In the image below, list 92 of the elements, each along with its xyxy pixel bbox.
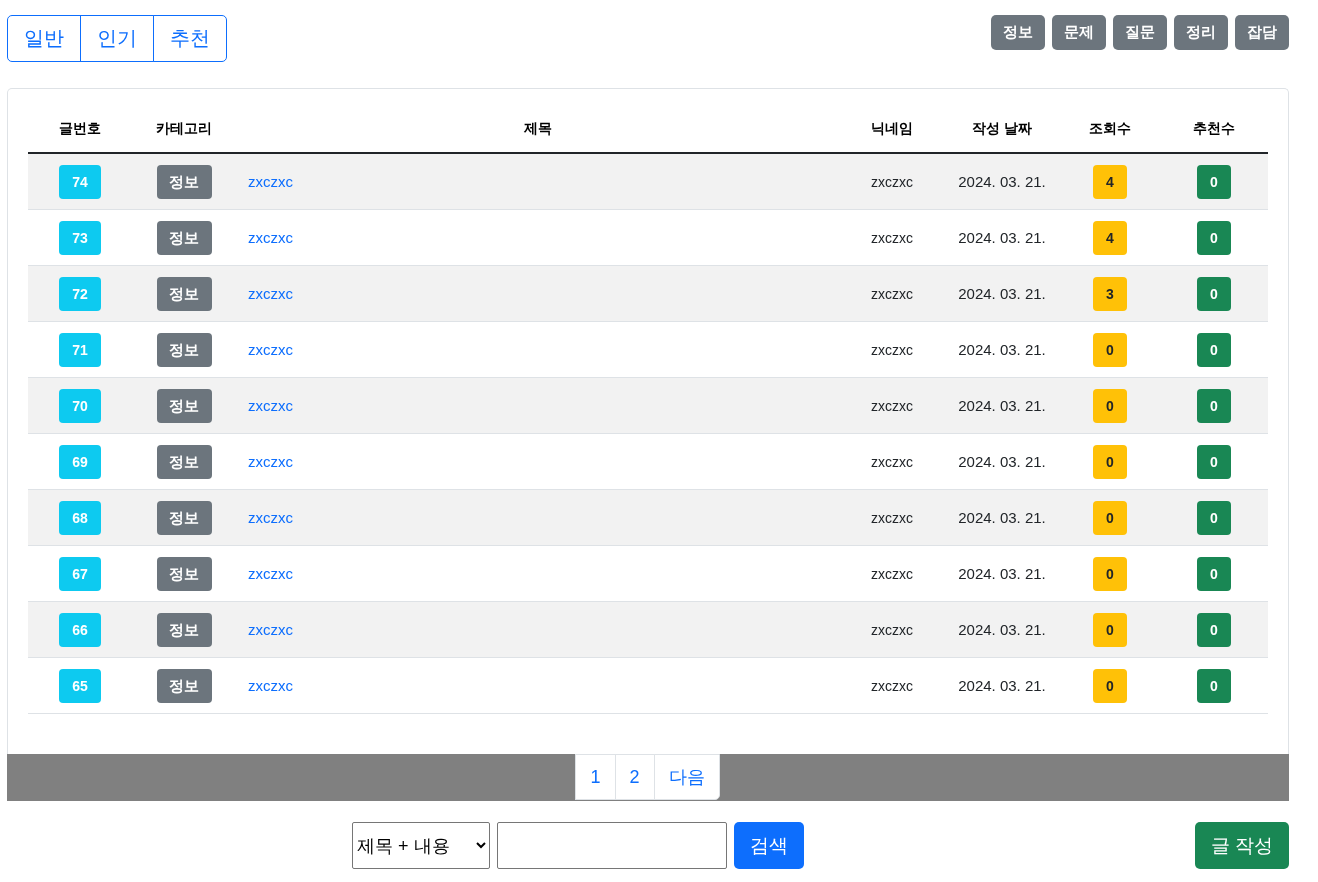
- post-number-badge: 65: [59, 668, 101, 703]
- column-header: 제목: [523, 120, 553, 138]
- date-text: 2024. 03. 21.: [957, 397, 1047, 414]
- post-number-badge: 74: [59, 164, 101, 199]
- column-header: 추천수: [1192, 120, 1236, 138]
- like-count-badge: 0: [1197, 332, 1231, 367]
- category-button[interactable]: 정리: [1174, 15, 1228, 50]
- post-title-link[interactable]: zxczxc: [236, 341, 293, 358]
- like-count-badge: 0: [1197, 276, 1231, 311]
- category-badge: 정보: [156, 164, 212, 199]
- like-count-badge: 0: [1197, 612, 1231, 647]
- like-count-badge: 0: [1197, 164, 1231, 199]
- search-scope-dropdown[interactable]: 제목 + 내용: [352, 822, 490, 869]
- date-text: 2024. 03. 21.: [957, 565, 1047, 582]
- view-tab[interactable]: 일반: [7, 15, 81, 62]
- like-count-badge: 0: [1197, 500, 1231, 535]
- page-link[interactable]: 1: [575, 754, 616, 800]
- view-count-badge: 0: [1093, 612, 1127, 647]
- like-count-badge: 0: [1197, 220, 1231, 255]
- view-tab[interactable]: 인기: [80, 15, 154, 62]
- post-number-badge: 67: [59, 556, 101, 591]
- post-number-badge: 72: [59, 276, 101, 311]
- category-badge: 정보: [156, 332, 212, 367]
- category-badge: 정보: [156, 276, 212, 311]
- category-button[interactable]: 질문: [1113, 15, 1167, 50]
- nickname-text: zxczxc: [870, 621, 914, 638]
- like-count-badge: 0: [1197, 556, 1231, 591]
- date-text: 2024. 03. 21.: [957, 341, 1047, 358]
- post-title-link[interactable]: zxczxc: [236, 453, 293, 470]
- like-count-badge: 0: [1197, 668, 1231, 703]
- post-number-badge: 68: [59, 500, 101, 535]
- date-text: 2024. 03. 21.: [957, 677, 1047, 694]
- nickname-text: zxczxc: [870, 509, 914, 526]
- like-count-badge: 0: [1197, 388, 1231, 423]
- nickname-text: zxczxc: [870, 229, 914, 246]
- post-number-badge: 66: [59, 612, 101, 647]
- nickname-text: zxczxc: [870, 677, 914, 694]
- date-text: 2024. 03. 21.: [957, 229, 1047, 246]
- post-title-link[interactable]: zxczxc: [236, 173, 293, 190]
- search-field[interactable]: [497, 822, 727, 869]
- search-button[interactable]: 검색: [734, 822, 804, 869]
- category-badge: 정보: [156, 220, 212, 255]
- nickname-text: zxczxc: [870, 285, 914, 302]
- category-button[interactable]: 잡담: [1235, 15, 1289, 50]
- nickname-text: zxczxc: [870, 565, 914, 582]
- nickname-text: zxczxc: [870, 397, 914, 414]
- like-count-badge: 0: [1197, 444, 1231, 479]
- post-number-badge: 73: [59, 220, 101, 255]
- post-title-link[interactable]: zxczxc: [236, 621, 293, 638]
- category-badge: 정보: [156, 444, 212, 479]
- view-count-badge: 0: [1093, 332, 1127, 367]
- post-number-badge: 71: [59, 332, 101, 367]
- post-title-link[interactable]: zxczxc: [236, 229, 293, 246]
- date-text: 2024. 03. 21.: [957, 453, 1047, 470]
- page-link[interactable]: 다음: [653, 754, 720, 800]
- category-button[interactable]: 정보: [991, 15, 1045, 50]
- post-title-link[interactable]: zxczxc: [236, 677, 293, 694]
- post-title-link[interactable]: zxczxc: [236, 565, 293, 582]
- post-number-badge: 69: [59, 444, 101, 479]
- view-count-badge: 4: [1093, 164, 1127, 199]
- view-count-badge: 0: [1093, 388, 1127, 423]
- nickname-text: zxczxc: [870, 173, 914, 190]
- view-count-badge: 0: [1093, 556, 1127, 591]
- column-header: 조회수: [1088, 120, 1132, 138]
- date-text: 2024. 03. 21.: [957, 285, 1047, 302]
- date-text: 2024. 03. 21.: [957, 509, 1047, 526]
- view-count-badge: 0: [1093, 668, 1127, 703]
- column-header: 작성 날짜: [971, 120, 1033, 138]
- post-number-badge: 70: [59, 388, 101, 423]
- category-badge: 정보: [156, 612, 212, 647]
- view-tab[interactable]: 추천: [153, 15, 227, 62]
- category-badge: 정보: [156, 556, 212, 591]
- post-title-link[interactable]: zxczxc: [236, 285, 293, 302]
- category-button[interactable]: 문제: [1052, 15, 1106, 50]
- category-badge: 정보: [156, 388, 212, 423]
- column-header: 카테고리: [155, 120, 213, 138]
- column-header: 닉네임: [870, 120, 914, 138]
- post-title-link[interactable]: zxczxc: [236, 509, 293, 526]
- nickname-text: zxczxc: [870, 453, 914, 470]
- page-link[interactable]: 2: [614, 754, 655, 800]
- category-badge: 정보: [156, 500, 212, 535]
- view-count-badge: 0: [1093, 500, 1127, 535]
- view-count-badge: 3: [1093, 276, 1127, 311]
- category-badge: 정보: [156, 668, 212, 703]
- post-title-link[interactable]: zxczxc: [236, 397, 293, 414]
- date-text: 2024. 03. 21.: [957, 621, 1047, 638]
- view-count-badge: 4: [1093, 220, 1127, 255]
- nickname-text: zxczxc: [870, 341, 914, 358]
- column-header: 글번호: [58, 120, 102, 138]
- date-text: 2024. 03. 21.: [957, 173, 1047, 190]
- view-count-badge: 0: [1093, 444, 1127, 479]
- write-post-button[interactable]: 글 작성: [1194, 822, 1289, 869]
